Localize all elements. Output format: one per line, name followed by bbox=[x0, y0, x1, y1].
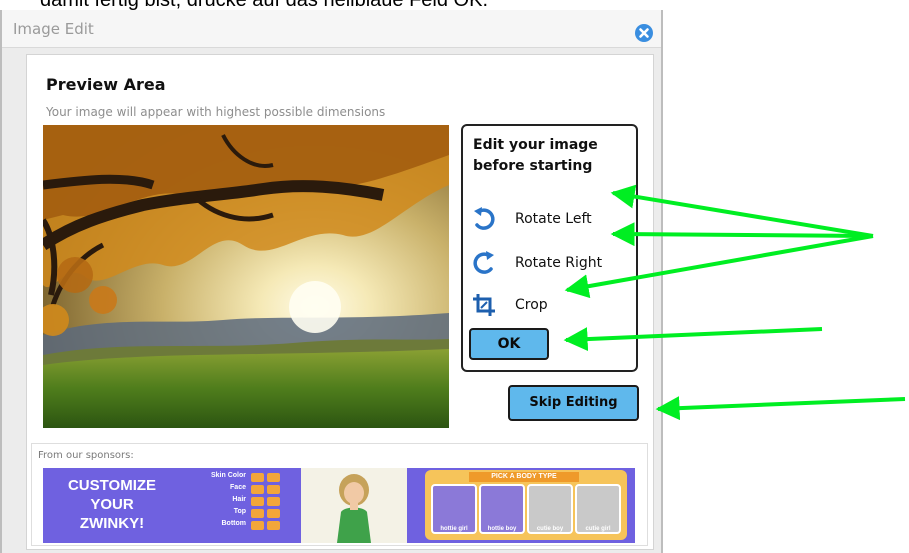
close-icon[interactable] bbox=[635, 24, 653, 42]
rotate-left-icon bbox=[471, 206, 497, 232]
ad-body-option[interactable]: hottie girl bbox=[431, 484, 477, 534]
arrow-right-icon bbox=[267, 521, 280, 530]
arrow-right-icon bbox=[267, 473, 280, 482]
ad-body-caption: hottie girl bbox=[440, 526, 468, 532]
ad-option: Skin Color bbox=[183, 472, 298, 483]
arrow-right-icon bbox=[267, 497, 280, 506]
crop-button[interactable]: Crop bbox=[471, 292, 631, 320]
preview-subtitle: Your image will appear with highest poss… bbox=[46, 105, 386, 119]
rotate-right-label: Rotate Right bbox=[515, 255, 603, 271]
ok-button[interactable]: OK bbox=[469, 328, 549, 360]
arrow-left-icon bbox=[251, 497, 264, 506]
preview-title: Preview Area bbox=[46, 75, 166, 94]
ad-body-caption: hottie boy bbox=[487, 526, 517, 532]
arrow-right-icon bbox=[267, 485, 280, 494]
ad-body-types: PICK A BODY TYPE hottie girl hottie boy … bbox=[425, 470, 627, 540]
ad-body-caption: cutie girl bbox=[585, 526, 611, 532]
arrow-left-icon bbox=[251, 485, 264, 494]
ad-headline-line: ZWINKY! bbox=[79, 515, 145, 532]
ad-body-option[interactable]: cutie boy bbox=[527, 484, 573, 534]
arrow-left-icon bbox=[251, 473, 264, 482]
rotate-left-button[interactable]: Rotate Left bbox=[471, 206, 631, 234]
ad-character-image bbox=[301, 468, 407, 543]
ad-pick-label: PICK A BODY TYPE bbox=[469, 472, 579, 482]
ad-option-label: Hair bbox=[232, 496, 246, 503]
ad-option-label: Skin Color bbox=[210, 472, 246, 479]
annotation-arrow bbox=[655, 396, 906, 421]
edit-tools-box: Edit your image before starting Rotate L… bbox=[461, 124, 638, 372]
ad-headline-line: CUSTOMIZE bbox=[67, 477, 157, 494]
ad-headline: CUSTOMIZE YOUR ZWINKY! bbox=[43, 476, 181, 533]
edit-heading: Edit your image before starting bbox=[473, 137, 598, 174]
ad-body-caption: cutie boy bbox=[536, 526, 564, 532]
ad-options: Skin Color Face Hair Top Bottom bbox=[183, 472, 298, 532]
preview-image bbox=[43, 125, 449, 428]
ad-option: Hair bbox=[183, 496, 298, 507]
sponsor-label: From our sponsors: bbox=[38, 450, 134, 461]
arrow-left-icon bbox=[251, 509, 264, 518]
ad-option: Face bbox=[183, 484, 298, 495]
ad-option-label: Face bbox=[230, 484, 246, 491]
dialog-header: Image Edit bbox=[2, 10, 661, 48]
preview-panel: Preview Area Your image will appear with… bbox=[26, 54, 654, 550]
ad-banner[interactable]: CUSTOMIZE YOUR ZWINKY! Skin Color Face H… bbox=[43, 468, 635, 543]
crop-icon bbox=[471, 292, 497, 318]
ad-option: Bottom bbox=[183, 520, 298, 531]
ad-option: Top bbox=[183, 508, 298, 519]
ad-option-label: Bottom bbox=[221, 520, 247, 527]
ad-option-label: Top bbox=[233, 508, 246, 515]
ad-headline-line: YOUR bbox=[90, 496, 134, 513]
rotate-left-label: Rotate Left bbox=[515, 211, 592, 227]
rotate-right-button[interactable]: Rotate Right bbox=[471, 250, 631, 278]
arrow-left-icon bbox=[251, 521, 264, 530]
ad-body-option[interactable]: cutie girl bbox=[575, 484, 621, 534]
sponsor-section: From our sponsors: CUSTOMIZE YOUR ZWINKY… bbox=[31, 443, 648, 546]
ad-body-option[interactable]: hottie boy bbox=[479, 484, 525, 534]
image-edit-dialog: Image Edit Preview Area Your image will … bbox=[0, 10, 663, 553]
rotate-right-icon bbox=[471, 250, 497, 276]
skip-editing-button[interactable]: Skip Editing bbox=[508, 385, 639, 421]
crop-label: Crop bbox=[515, 297, 548, 313]
dialog-title: Image Edit bbox=[13, 20, 94, 38]
arrow-right-icon bbox=[267, 509, 280, 518]
